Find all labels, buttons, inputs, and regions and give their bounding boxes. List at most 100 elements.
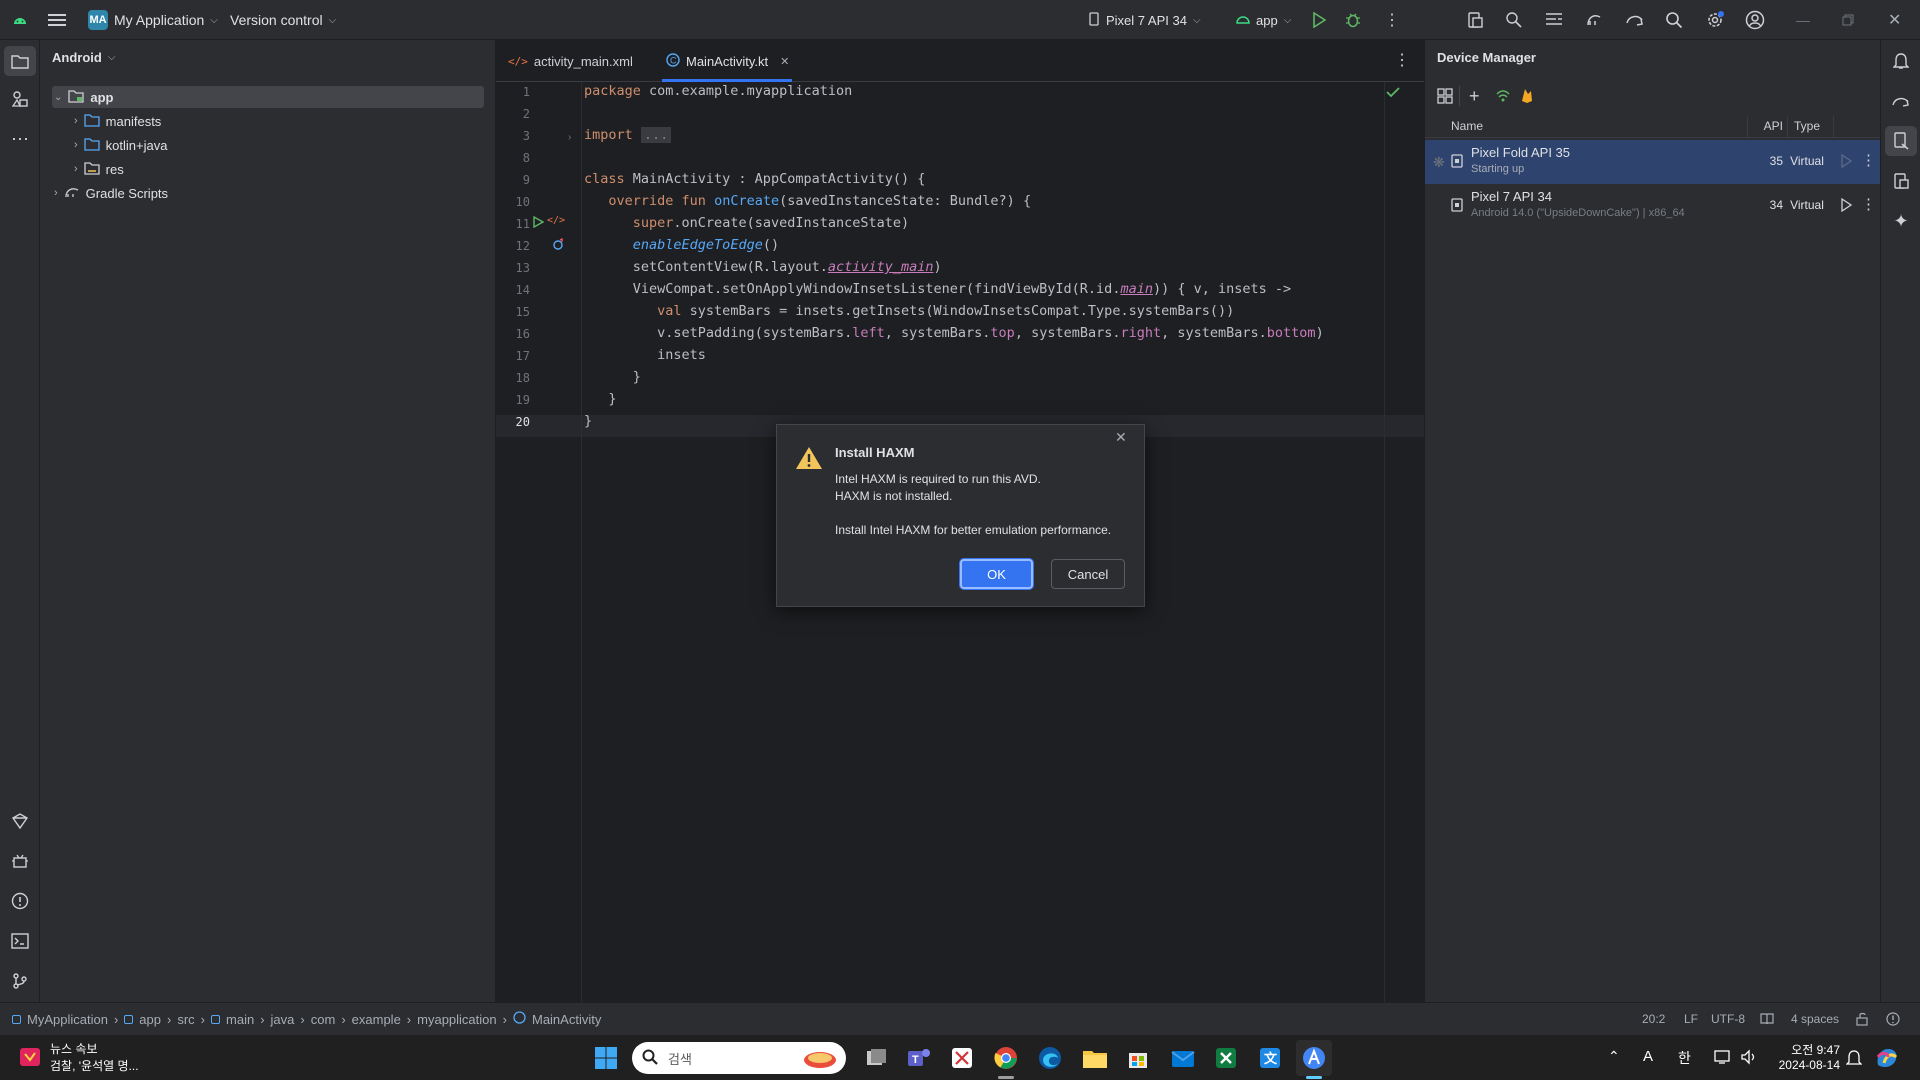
code-line[interactable]: override fun onCreate(savedInstanceState… — [584, 193, 1031, 209]
device-selector[interactable]: Pixel 7 API 34 ⌵ — [1088, 0, 1201, 40]
code-line[interactable]: super.onCreate(savedInstanceState) — [584, 215, 909, 231]
problems-icon[interactable] — [4, 886, 36, 916]
more-tools-icon[interactable]: ⋯ — [4, 124, 36, 154]
breadcrumb-item[interactable]: app — [139, 1012, 161, 1027]
breadcrumb-item[interactable]: MyApplication — [27, 1012, 108, 1027]
android-studio-icon[interactable] — [1302, 1046, 1326, 1073]
close-icon[interactable]: ✕ — [1888, 0, 1901, 40]
tab-activity-main-xml[interactable]: </> activity_main.xml — [508, 40, 633, 82]
gemini-icon[interactable]: ✦ — [1885, 206, 1917, 236]
device-manager-icon[interactable] — [1885, 126, 1917, 156]
run-gutter-icon[interactable] — [532, 215, 545, 231]
code-line[interactable]: enableEdgeToEdge() — [584, 237, 779, 253]
taskbar-search-box[interactable]: 검색 — [632, 1042, 846, 1074]
app-quality-icon[interactable] — [4, 846, 36, 876]
close-tab-icon[interactable]: ✕ — [780, 55, 789, 68]
file-explorer-icon[interactable] — [1082, 1046, 1108, 1073]
task-view-icon[interactable] — [864, 1046, 888, 1073]
restore-icon[interactable] — [1842, 0, 1854, 40]
main-menu-icon[interactable] — [48, 0, 66, 40]
network-icon[interactable] — [1714, 1049, 1732, 1068]
windows-start-icon[interactable] — [594, 1046, 618, 1073]
firebase-icon[interactable] — [1520, 87, 1534, 103]
gradle-icon[interactable] — [1585, 0, 1603, 40]
news-widget-icon[interactable] — [18, 1044, 44, 1073]
tab-options-icon[interactable]: ⋮ — [1394, 50, 1410, 70]
news-subtitle[interactable]: 검찰, '윤석열 명... — [50, 1057, 139, 1074]
tree-item-res[interactable]: › res — [74, 158, 124, 180]
column-name[interactable]: Name — [1451, 119, 1483, 133]
code-line[interactable]: v.setPadding(systemBars.left, systemBars… — [584, 325, 1324, 341]
breadcrumb-item[interactable]: main — [226, 1012, 254, 1027]
more-actions-icon[interactable]: ⋮ — [1384, 0, 1400, 40]
teams-icon[interactable]: T — [906, 1046, 932, 1073]
run-device-icon[interactable] — [1840, 197, 1853, 215]
breadcrumb-item[interactable]: MainActivity — [532, 1012, 601, 1027]
device-more-icon[interactable]: ⋮ — [1861, 195, 1876, 213]
line-separator[interactable]: LF — [1684, 1003, 1698, 1035]
reader-mode-icon[interactable] — [1760, 1003, 1774, 1035]
sync-icon[interactable] — [1625, 0, 1645, 40]
code-line[interactable]: ViewCompat.setOnApplyWindowInsetsListene… — [584, 281, 1291, 297]
code-line[interactable]: setContentView(R.layout.activity_main) — [584, 259, 942, 275]
chrome-icon[interactable] — [994, 1046, 1018, 1073]
folder-icon[interactable] — [4, 46, 36, 76]
code-line[interactable]: class MainActivity : AppCompatActivity()… — [584, 171, 925, 187]
logcat-icon[interactable] — [1545, 0, 1563, 40]
edge-icon[interactable] — [1038, 1046, 1062, 1073]
breadcrumb-item[interactable]: example — [352, 1012, 401, 1027]
code-line[interactable]: insets — [584, 347, 706, 363]
chevron-up-icon[interactable]: ⌃ — [1608, 1048, 1620, 1065]
breadcrumb-item[interactable]: com — [311, 1012, 336, 1027]
run-config-selector[interactable]: app ⌵ — [1236, 0, 1291, 40]
code-line[interactable]: } — [584, 369, 641, 385]
store-icon[interactable] — [1126, 1046, 1150, 1073]
run-icon[interactable] — [1312, 0, 1326, 40]
caret-position[interactable]: 20:2 — [1642, 1003, 1665, 1035]
device-row-selected[interactable]: ❋ Pixel Fold API 35 Starting up 35 Virtu… — [1425, 140, 1881, 184]
cancel-button[interactable]: Cancel — [1051, 559, 1125, 589]
terminal-icon[interactable] — [4, 926, 36, 956]
translator-icon[interactable]: 文 — [1258, 1046, 1282, 1073]
copilot-icon[interactable] — [1874, 1045, 1900, 1074]
notification-bell-icon[interactable] — [1845, 1049, 1863, 1070]
problems-status-icon[interactable] — [1886, 1003, 1900, 1035]
device-file-icon[interactable] — [1466, 0, 1484, 40]
search-icon[interactable] — [1665, 0, 1683, 40]
device-more-icon[interactable]: ⋮ — [1861, 151, 1876, 169]
minimize-icon[interactable]: — — [1796, 0, 1810, 40]
xml-link-icon[interactable]: </> — [547, 215, 565, 226]
breadcrumb-item[interactable]: java — [271, 1012, 295, 1027]
vcs-selector[interactable]: Version control ⌵ — [230, 0, 336, 40]
device-grid-icon[interactable] — [1437, 88, 1453, 104]
code-line[interactable]: package com.example.myapplication — [584, 83, 852, 99]
news-title[interactable]: 뉴스 속보 — [50, 1040, 98, 1057]
build-variants-icon[interactable] — [4, 806, 36, 836]
tree-item-gradle-scripts[interactable]: › Gradle Scripts — [54, 182, 168, 204]
code-line[interactable]: } — [584, 413, 592, 429]
wifi-pairing-icon[interactable] — [1495, 88, 1511, 104]
project-selector[interactable]: MA My Application ⌵ — [88, 0, 218, 40]
file-encoding[interactable]: UTF-8 — [1711, 1003, 1745, 1035]
resource-manager-icon[interactable] — [4, 84, 36, 114]
volume-icon[interactable] — [1740, 1049, 1758, 1068]
code-line[interactable]: import ... — [584, 127, 672, 143]
settings-icon[interactable] — [1705, 0, 1725, 40]
tree-item-app[interactable]: ⌄ app — [54, 86, 114, 108]
code-line[interactable]: } — [584, 391, 616, 407]
account-icon[interactable] — [1745, 0, 1765, 40]
fold-icon[interactable]: › — [568, 132, 571, 143]
column-api[interactable]: API — [1747, 119, 1783, 133]
clock-date[interactable]: 2024-08-14 — [1766, 1058, 1840, 1072]
tree-item-kotlin-java[interactable]: › kotlin+java — [74, 134, 167, 156]
ime-mode-korean[interactable]: 한 — [1678, 1048, 1691, 1068]
breadcrumb-item[interactable]: src — [177, 1012, 194, 1027]
breadcrumb-item[interactable]: myapplication — [417, 1012, 497, 1027]
git-icon[interactable] — [4, 966, 36, 996]
run-device-icon[interactable] — [1840, 153, 1853, 171]
code-line[interactable]: val systemBars = insets.getInsets(Window… — [584, 303, 1234, 319]
tree-item-manifests[interactable]: › manifests — [74, 110, 161, 132]
folded-imports[interactable]: ... — [640, 127, 672, 143]
gradle-sync-icon[interactable] — [1885, 86, 1917, 116]
override-icon[interactable] — [552, 237, 564, 253]
